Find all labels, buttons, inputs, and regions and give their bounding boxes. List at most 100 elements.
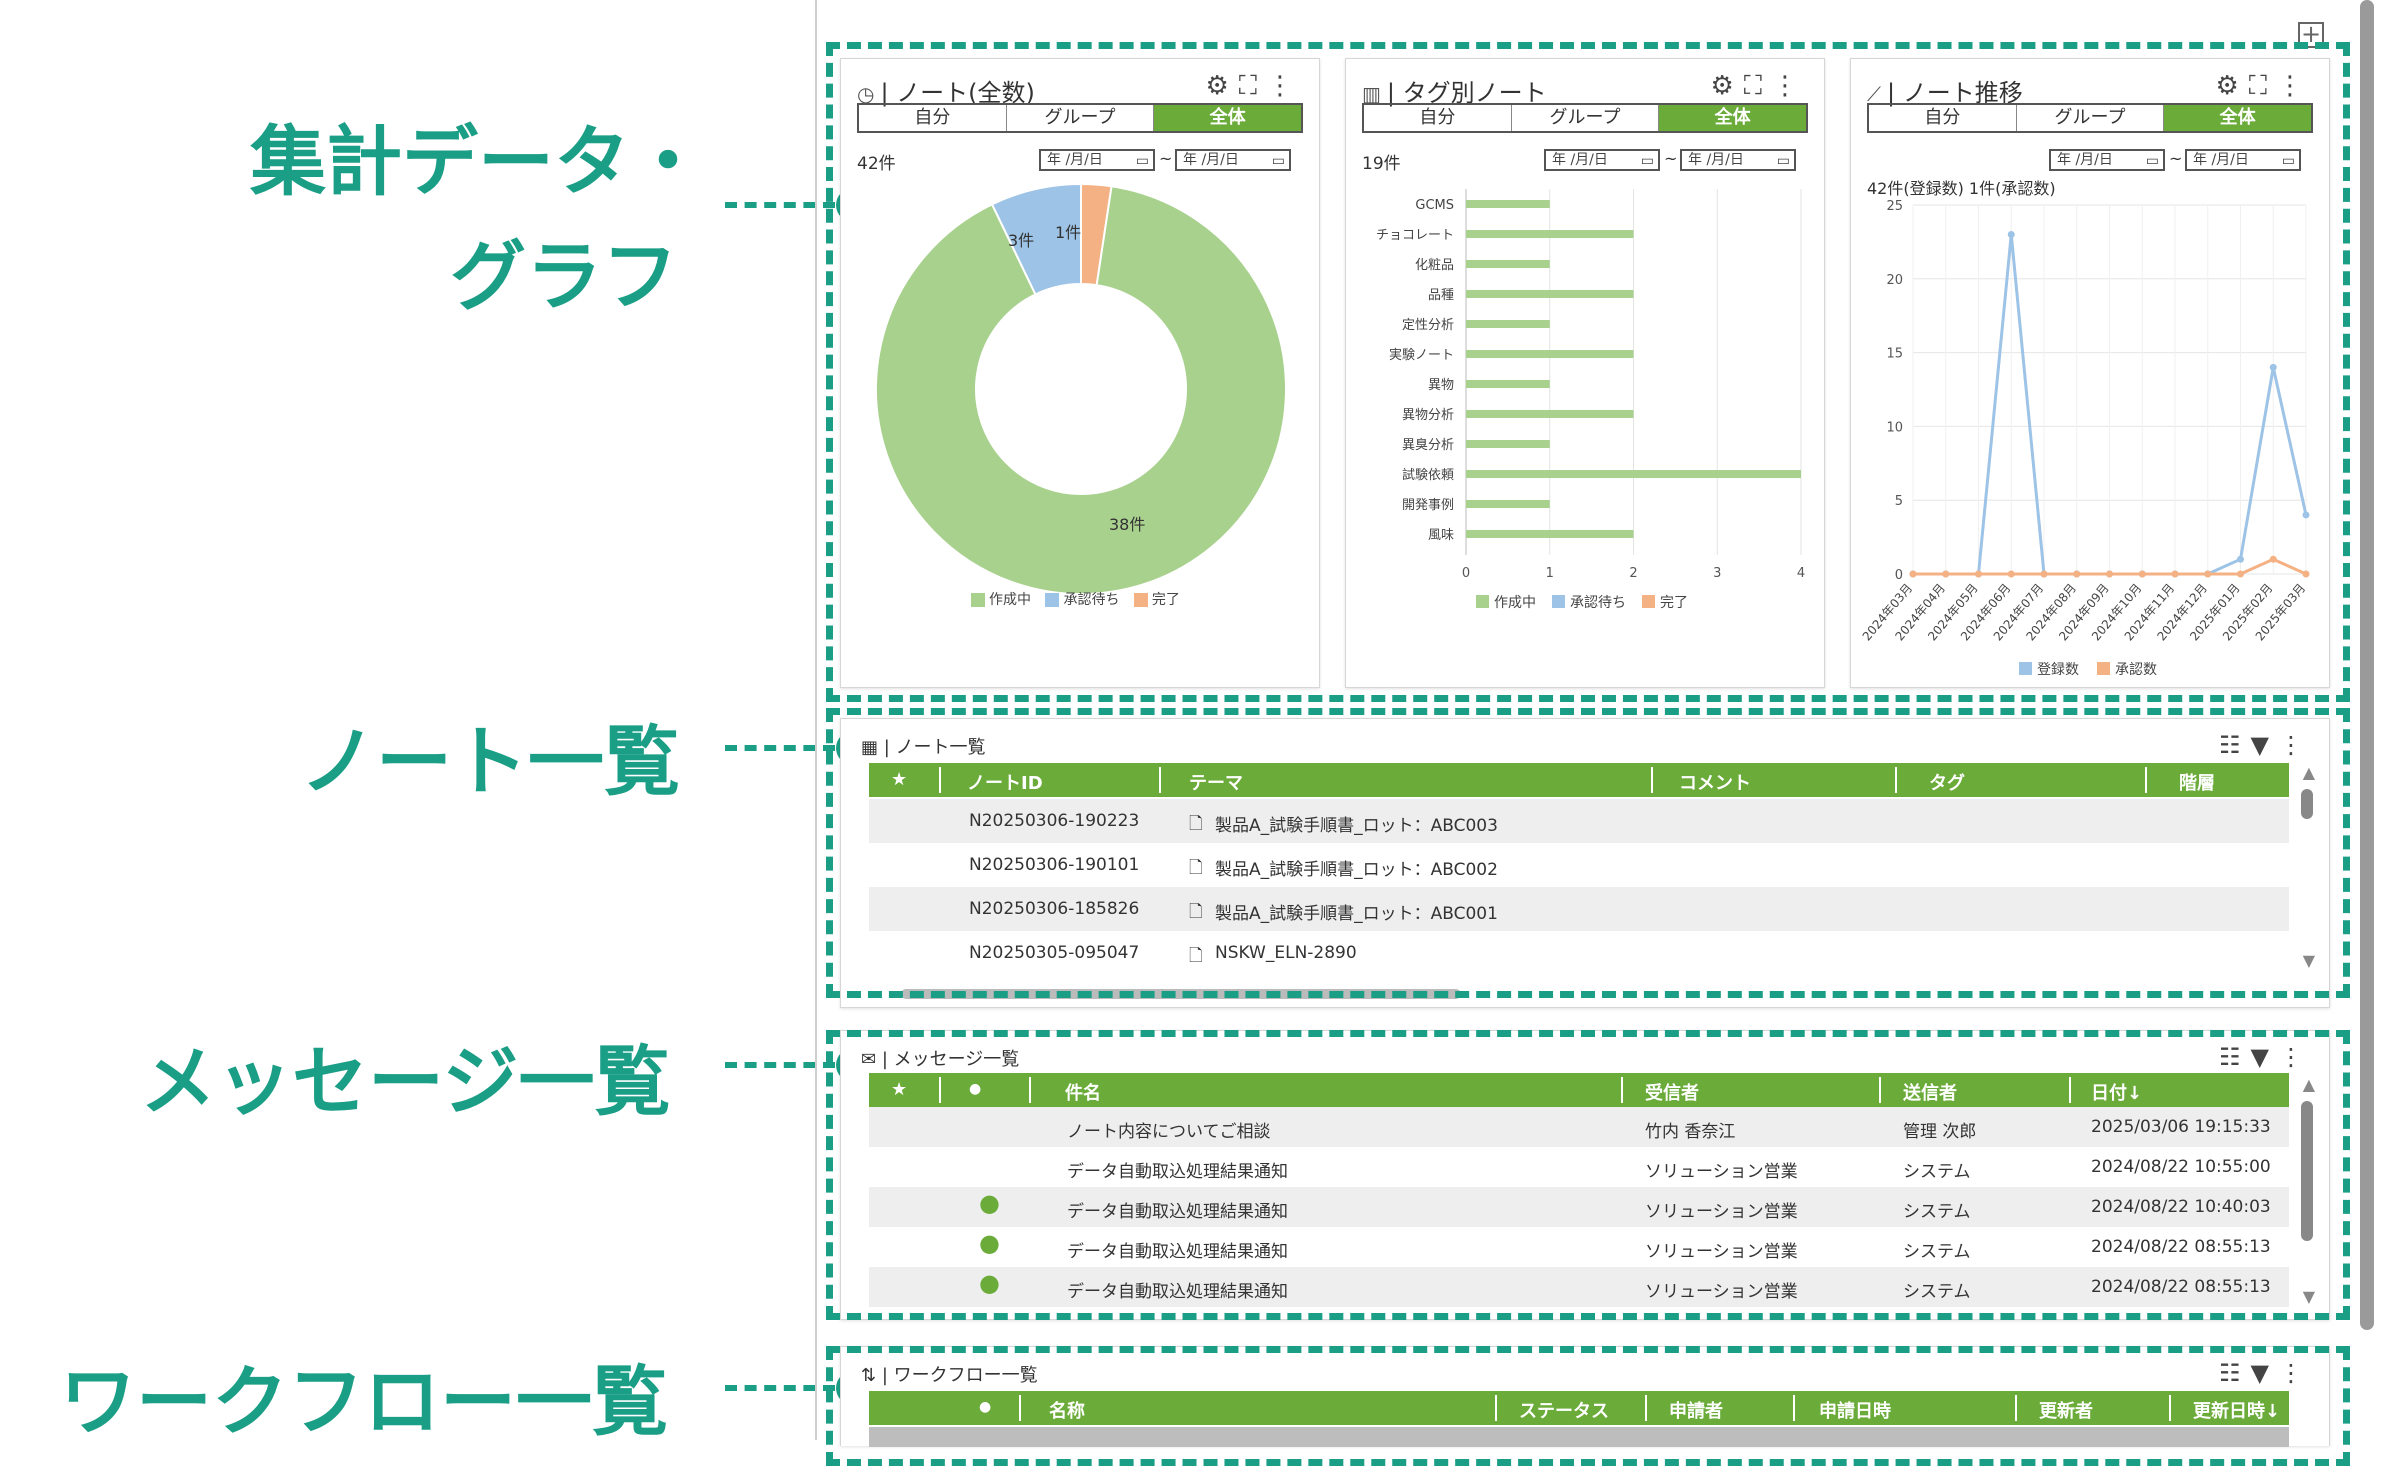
horizontal-scrollbar[interactable] [901,989,1461,999]
gear-icon[interactable]: ⚙ [1710,71,1743,101]
calendar-icon[interactable]: ▭ [2282,152,2295,170]
date-from-input[interactable]: 年 /月/日 ▭ [2049,149,2165,171]
column-divider[interactable] [1621,1077,1623,1103]
more-icon[interactable]: ⋮ [2277,71,2313,101]
col-subject[interactable]: 件名 [1065,1079,1101,1105]
table-row[interactable]: N20250306-190101 🗋 製品A_試験手順書_ロット：ABC002 [869,843,2289,887]
col-sender[interactable]: 送信者 [1903,1079,1957,1105]
expand-icon[interactable]: ⛶ [2249,71,2277,101]
segment-all[interactable]: 全体 [2164,105,2312,131]
table-row[interactable]: ● データ自動取込処理結果通知 ソリューション営業 システム 2024/08/2… [869,1267,2289,1307]
column-settings-icon[interactable]: ☷ [2219,1359,2251,1387]
column-divider[interactable] [1159,767,1161,793]
scroll-up-icon[interactable]: ▲ [2303,763,2315,782]
more-icon[interactable]: ⋮ [1772,71,1808,101]
col-theme[interactable]: テーマ [1189,769,1243,795]
note-id[interactable]: N20250305-095047 [969,943,1139,963]
col-applied-at[interactable]: 申請日時 [1819,1397,1891,1423]
column-divider[interactable] [1879,1077,1881,1103]
message-subject[interactable]: データ自動取込処理結果通知 [1067,1157,1288,1182]
table-row[interactable]: ● データ自動取込処理結果通知 ソリューション営業 システム 2024/08/2… [869,1227,2289,1267]
calendar-icon[interactable]: ▭ [2146,152,2159,170]
note-id[interactable]: N20250306-185826 [969,899,1139,919]
segment-group[interactable]: グループ [1007,105,1155,131]
table-row[interactable]: データ自動取込処理結果通知 ソリューション営業 システム 2024/08/22 … [869,1147,2289,1187]
date-from-input[interactable]: 年 /月/日 ▭ [1039,149,1155,171]
add-widget-icon[interactable]: + [2298,22,2324,48]
gear-icon[interactable]: ⚙ [1205,71,1238,101]
col-applicant[interactable]: 申請者 [1669,1397,1723,1423]
col-note-id[interactable]: ノートID [967,769,1043,795]
more-icon[interactable]: ⋮ [2279,1043,2313,1071]
column-divider[interactable] [1029,1077,1031,1103]
column-divider[interactable] [1651,767,1653,793]
vertical-scrollbar[interactable] [2301,1101,2313,1281]
col-star[interactable]: ★ [891,1079,907,1100]
table-row[interactable] [869,1427,2289,1447]
message-subject[interactable]: データ自動取込処理結果通知 [1067,1277,1288,1302]
message-subject[interactable]: データ自動取込処理結果通知 [1067,1237,1288,1262]
column-settings-icon[interactable]: ☷ [2219,731,2251,759]
date-from-input[interactable]: 年 /月/日 ▭ [1544,149,1660,171]
note-theme[interactable]: 製品A_試験手順書_ロット：ABC001 [1215,899,1498,924]
scroll-down-icon[interactable]: ▼ [2303,951,2315,970]
note-theme[interactable]: 製品A_試験手順書_ロット：ABC002 [1215,855,1498,880]
table-row[interactable]: N20250306-190223 🗋 製品A_試験手順書_ロット：ABC003 [869,799,2289,843]
table-row[interactable]: N20250305-095047 🗋 NSKW_ELN-2890 [869,931,2289,975]
col-unread[interactable]: ● [979,1399,991,1415]
note-theme[interactable]: NSKW_ELN-2890 [1215,943,1357,963]
col-date[interactable]: 日付↓ [2091,1079,2142,1105]
more-icon[interactable]: ⋮ [2279,731,2313,759]
column-divider[interactable] [2169,1395,2171,1421]
scroll-down-icon[interactable]: ▼ [2303,1287,2315,1306]
segment-all[interactable]: 全体 [1154,105,1302,131]
scroll-up-icon[interactable]: ▲ [2303,1075,2315,1094]
table-row[interactable]: ● データ自動取込処理結果通知 ソリューション営業 システム 2024/08/2… [869,1187,2289,1227]
segment-group[interactable]: グループ [1512,105,1660,131]
message-subject[interactable]: ノート内容についてご相談 [1067,1117,1271,1142]
col-unread[interactable]: ● [969,1081,981,1097]
column-divider[interactable] [2015,1395,2017,1421]
column-divider[interactable] [1495,1395,1497,1421]
col-comment[interactable]: コメント [1679,769,1751,795]
calendar-icon[interactable]: ▭ [1777,152,1790,170]
column-divider[interactable] [1793,1395,1795,1421]
col-status[interactable]: ステータス [1519,1397,1609,1423]
column-divider[interactable] [2145,767,2147,793]
app-right-scrollbar[interactable] [2360,0,2374,1330]
col-tag[interactable]: タグ [1929,769,1965,795]
segment-group[interactable]: グループ [2017,105,2165,131]
segment-self[interactable]: 自分 [859,105,1007,131]
segment-self[interactable]: 自分 [1869,105,2017,131]
calendar-icon[interactable]: ▭ [1136,152,1149,170]
col-recipient[interactable]: 受信者 [1645,1079,1699,1105]
gear-icon[interactable]: ⚙ [2215,71,2248,101]
note-theme[interactable]: 製品A_試験手順書_ロット：ABC003 [1215,811,1498,836]
calendar-icon[interactable]: ▭ [1641,152,1654,170]
message-subject[interactable]: データ自動取込処理結果通知 [1067,1197,1288,1222]
filter-icon[interactable]: ▼ [2251,1043,2279,1071]
col-name[interactable]: 名称 [1049,1397,1085,1423]
column-divider[interactable] [2069,1077,2071,1103]
calendar-icon[interactable]: ▭ [1272,152,1285,170]
date-to-input[interactable]: 年 /月/日 ▭ [1175,149,1291,171]
segment-self[interactable]: 自分 [1364,105,1512,131]
expand-icon[interactable]: ⛶ [1744,71,1772,101]
col-updater[interactable]: 更新者 [2039,1397,2093,1423]
date-to-input[interactable]: 年 /月/日 ▭ [2185,149,2301,171]
col-hierarchy[interactable]: 階層 [2179,769,2215,795]
vertical-scrollbar[interactable] [2301,789,2313,959]
expand-icon[interactable]: ⛶ [1239,71,1267,101]
col-star[interactable]: ★ [891,769,907,790]
col-updated-at[interactable]: 更新日時↓ [2193,1397,2280,1423]
column-divider[interactable] [1645,1395,1647,1421]
scroll-thumb[interactable] [2301,1101,2313,1241]
more-icon[interactable]: ⋮ [1267,71,1303,101]
more-icon[interactable]: ⋮ [2279,1359,2313,1387]
note-id[interactable]: N20250306-190223 [969,811,1139,831]
column-settings-icon[interactable]: ☷ [2219,1043,2251,1071]
column-divider[interactable] [939,1077,941,1103]
scroll-thumb[interactable] [2301,789,2313,819]
note-id[interactable]: N20250306-190101 [969,855,1139,875]
table-row[interactable]: N20250306-185826 🗋 製品A_試験手順書_ロット：ABC001 [869,887,2289,931]
